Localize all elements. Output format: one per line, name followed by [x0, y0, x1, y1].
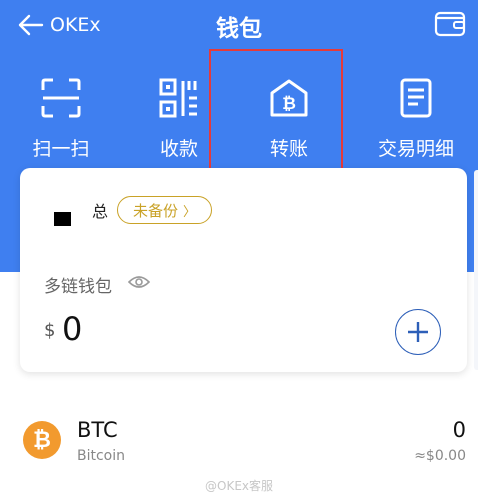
watermark: @OKEx客服	[205, 479, 273, 493]
action-transaction-details-label: 交易明细	[377, 138, 454, 160]
qr-code-icon	[159, 78, 197, 118]
top-bar: OKEx 钱包	[0, 0, 478, 52]
wallet-name: 多链钱包	[44, 277, 112, 297]
wallet-balance: 0	[62, 310, 83, 348]
plus-icon	[408, 322, 428, 342]
transaction-details-icon	[400, 78, 432, 118]
eye-icon[interactable]	[128, 274, 150, 290]
redacted-total	[54, 212, 71, 226]
wallet-icon	[434, 11, 466, 37]
asset-name: Bitcoin	[77, 448, 126, 464]
page-title: 钱包	[216, 16, 262, 42]
backup-badge[interactable]: 未备份 〉	[117, 196, 212, 224]
action-scan-label: 扫一扫	[32, 138, 90, 160]
next-card-edge	[474, 170, 478, 370]
action-transaction-details[interactable]: 交易明细	[361, 76, 471, 161]
backup-badge-label: 未备份	[132, 201, 178, 220]
action-scan[interactable]: 扫一扫	[6, 76, 116, 161]
bitcoin-icon: ₿	[23, 421, 61, 459]
chevron-right-icon: 〉	[183, 204, 197, 220]
asset-symbol: BTC	[77, 418, 118, 442]
total-label: 总	[92, 202, 109, 221]
add-asset-button[interactable]	[395, 309, 441, 355]
wallet-manage-button[interactable]	[434, 10, 466, 38]
asset-fiat-value: ≈$0.00	[414, 448, 466, 464]
currency-symbol: $	[44, 320, 56, 341]
scan-icon	[41, 78, 81, 118]
asset-balance: 0	[452, 418, 466, 442]
